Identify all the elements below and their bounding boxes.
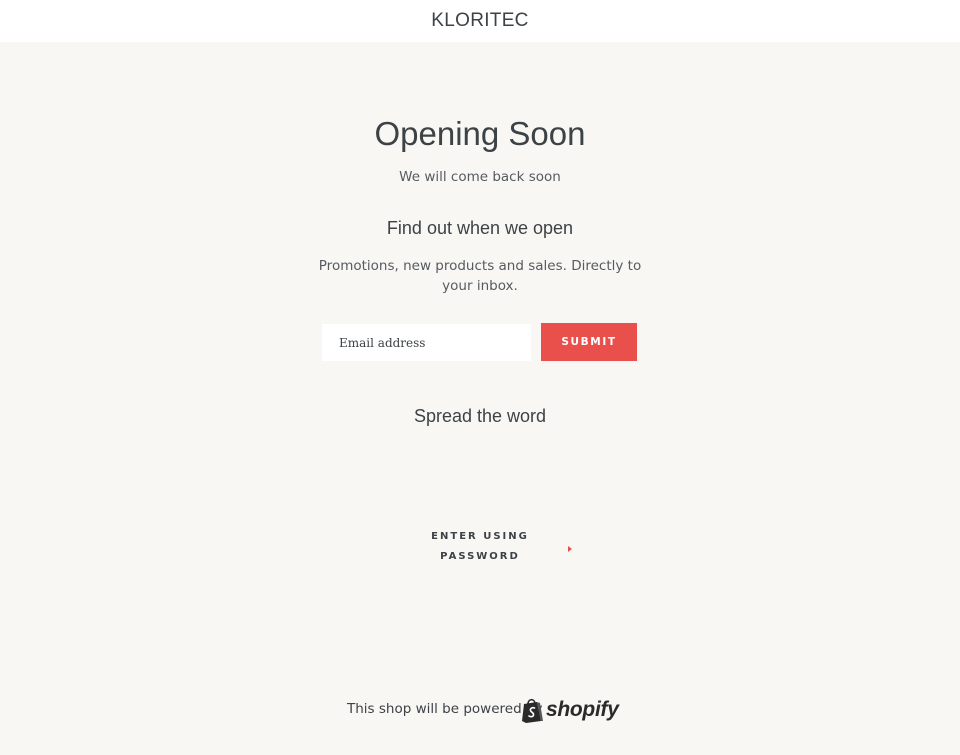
signup-heading: Find out when we open	[386, 218, 574, 238]
signup-description: Promotions, new products and sales. Dire…	[318, 258, 642, 294]
enter-password-link[interactable]: ENTER USING PASSWORD	[420, 527, 540, 567]
share-heading: Spread the word	[413, 406, 547, 426]
enter-password-line1: ENTER USING	[431, 531, 529, 542]
site-header: KLORITEC	[0, 0, 960, 42]
submit-button[interactable]: SUBMIT	[541, 323, 637, 361]
shopify-wordmark: shopify	[546, 698, 619, 721]
brand-name[interactable]: KLORITEC	[431, 10, 528, 32]
powered-by-text: This shop will be powered by	[347, 701, 543, 717]
page-title: Opening Soon	[374, 115, 586, 152]
enter-password-line2: PASSWORD	[440, 551, 520, 562]
arrow-right-icon	[568, 546, 572, 552]
email-field[interactable]	[322, 324, 531, 361]
page-subtitle: We will come back soon	[399, 169, 561, 185]
shopify-bag-icon	[522, 698, 543, 723]
site-footer: This shop will be powered by shopify	[0, 696, 960, 724]
shopify-logo[interactable]: shopify	[521, 696, 619, 724]
